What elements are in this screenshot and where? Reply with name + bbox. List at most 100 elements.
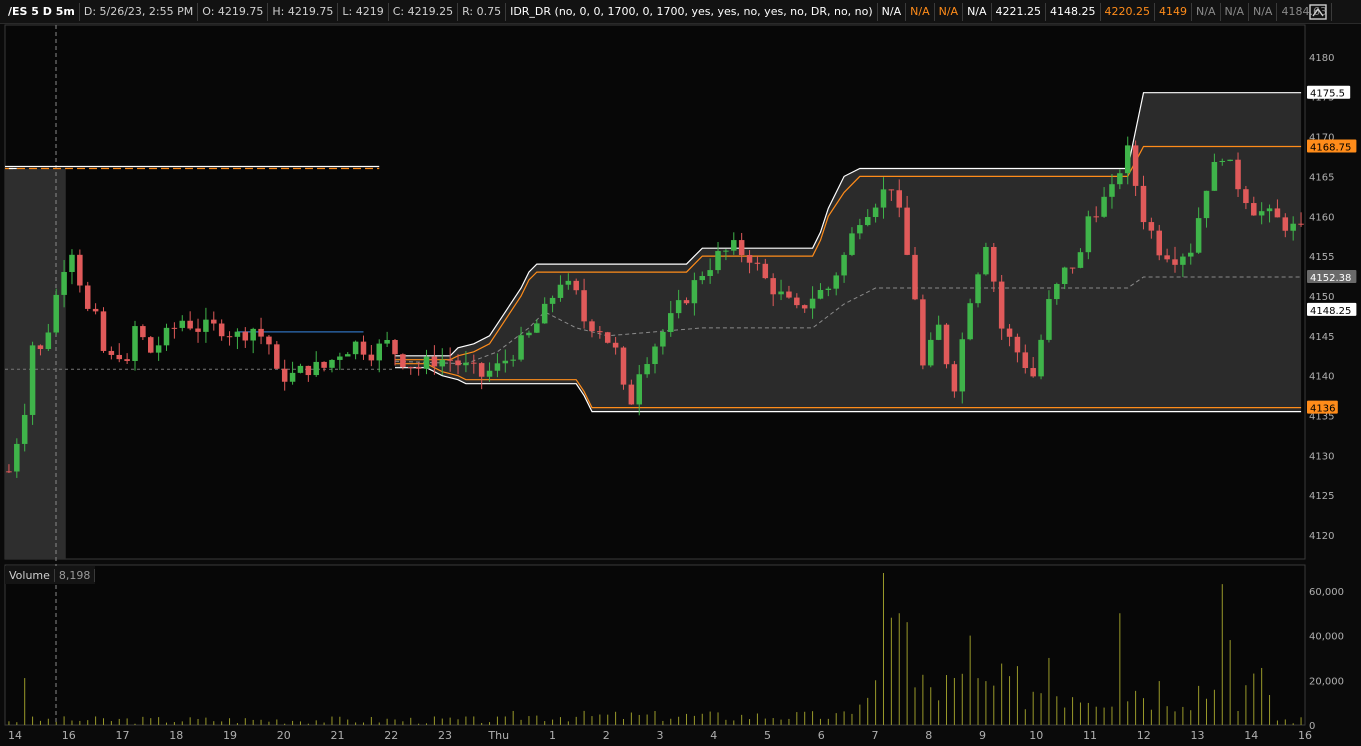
candle-body [53,294,59,333]
candle-body [1124,145,1131,174]
candle-body [691,280,698,304]
price-tick-label: 4160 [1309,212,1334,223]
candle-body [384,340,390,344]
time-tick-label: 21 [331,729,345,742]
candle-body [683,300,690,304]
candle-body [14,443,20,472]
time-tick-label: 13 [1191,729,1205,742]
candle-body [100,311,107,351]
price-tick-label: 4130 [1309,451,1334,462]
candle-body [801,305,808,309]
candle-body [447,359,453,361]
candle-body [794,297,800,306]
time-tick-label: 23 [438,729,452,742]
candle-body [983,246,989,275]
candle-body [344,354,351,357]
candle-body [549,297,556,304]
candle-body [841,254,847,276]
candle-body [1180,256,1186,265]
candle-body [21,414,28,444]
candle-body [84,285,91,309]
candle-body [652,346,658,365]
candle-body [849,233,855,255]
candle-body [636,374,642,405]
volume-tick-label: 40,000 [1309,632,1344,643]
candle-body [872,207,879,218]
candle-body [234,331,241,337]
price-badge-label: 4175.5 [1310,89,1345,100]
candle-body [368,354,375,361]
candle-body [195,328,201,332]
candle-body [620,347,627,385]
time-tick-label: 18 [169,729,183,742]
time-tick-label: 8 [925,729,932,742]
candle-body [770,278,776,295]
candle-body [1195,218,1202,253]
candle-body [951,364,958,392]
candle-body [281,368,288,382]
candle-body [29,345,36,415]
candle-body [274,344,280,369]
time-tick-label: 19 [223,729,237,742]
candle-body [1069,267,1076,269]
candle-body [998,281,1005,329]
candle-body [69,254,75,272]
candle-body [423,356,430,369]
time-tick-label: 17 [116,729,130,742]
candle-body [266,336,272,345]
candle-body [471,362,477,364]
time-tick-label: Thu [487,729,509,742]
candle-body [628,384,635,405]
candle-body [1140,185,1147,223]
price-badge-label: 4168.75 [1310,143,1351,154]
price-tick-label: 4150 [1309,292,1334,303]
candle-body [675,300,682,314]
candle-body [935,324,942,340]
candle-body [321,361,327,368]
time-tick-label: 4 [710,729,717,742]
candle-body [187,320,193,329]
candle-body [1054,284,1060,300]
candle-body [896,190,902,208]
time-tick-label: 14 [1244,729,1258,742]
time-tick-label: 2 [603,729,610,742]
candle-body [329,359,335,368]
candle-body [242,331,249,341]
candle-body [1251,203,1257,216]
candle-body [738,240,745,256]
time-tick-label: 3 [657,729,664,742]
candle-body [1282,217,1289,231]
candle-body [1211,161,1218,191]
candle-body [526,332,532,336]
candle-body [888,189,895,191]
candle-body [1243,189,1249,204]
candle-body [337,356,343,360]
candle-body [478,363,485,377]
candle-body [61,271,67,295]
candle-body [660,331,666,347]
candle-body [1061,267,1068,285]
candle-body [612,342,619,348]
time-tick-label: 11 [1083,729,1097,742]
candle-body [352,341,359,355]
candle-body [155,345,162,353]
candle-body [140,326,146,338]
time-tick-label: 1 [549,729,556,742]
candle-body [864,217,871,226]
candle-body [77,254,83,286]
candle-body [1258,211,1265,216]
price-tick-label: 4155 [1309,252,1334,263]
candle-body [644,364,650,375]
candle-body [1046,299,1052,340]
candle-body [943,324,950,365]
price-tick-label: 4120 [1309,531,1334,542]
candle-body [400,354,406,368]
time-tick-label: 22 [384,729,398,742]
candle-body [494,363,501,371]
candle-body [1085,216,1092,253]
candle-body [833,275,839,289]
price-chart[interactable]: 4120412541304135414041454150415541604165… [0,0,1361,746]
candle-body [92,308,99,312]
candle-body [179,320,186,328]
candle-body [455,360,461,366]
